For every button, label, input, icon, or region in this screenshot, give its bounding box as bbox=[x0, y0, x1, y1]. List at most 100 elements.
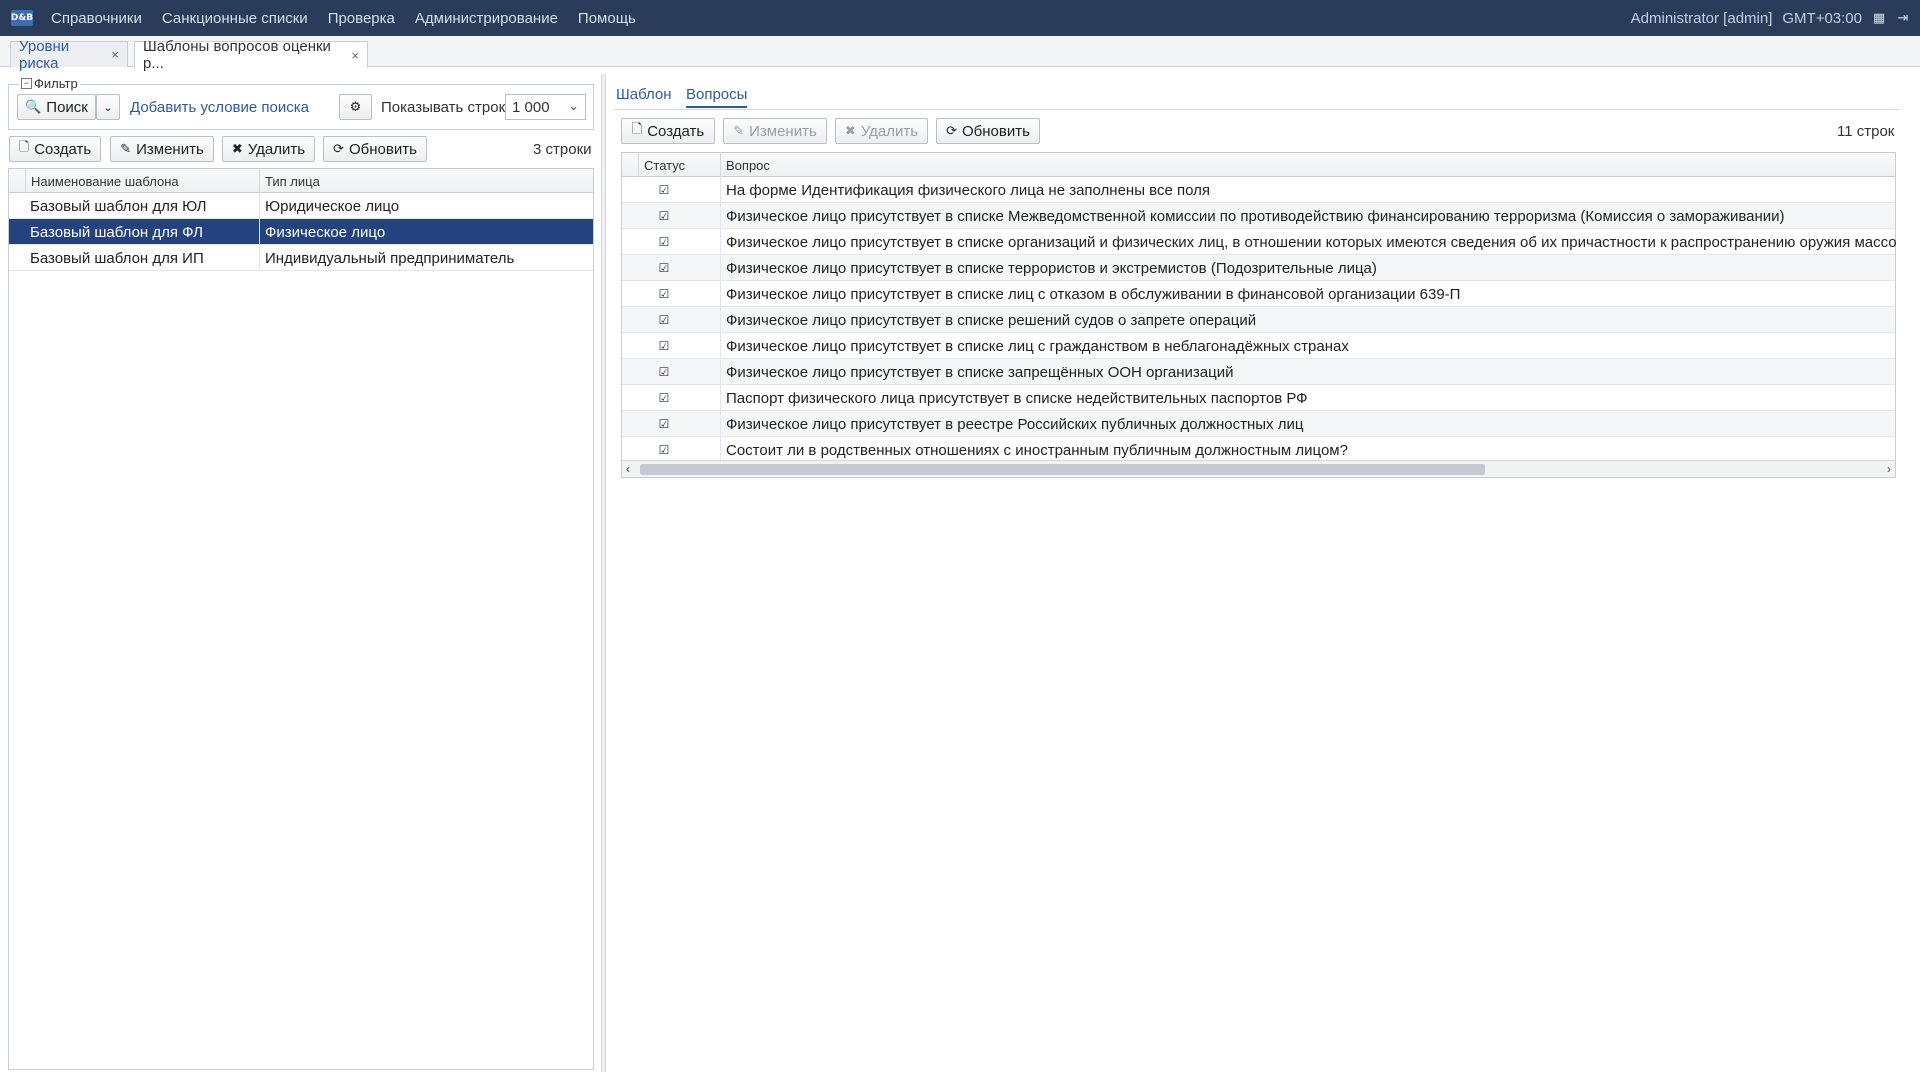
table-row[interactable]: ☑ Физическое лицо присутствует в списке т… bbox=[622, 255, 1895, 281]
close-icon[interactable]: × bbox=[111, 47, 119, 62]
show-rows-select[interactable]: 1 000 ⌄ bbox=[505, 94, 586, 120]
tab-questions[interactable]: Вопросы bbox=[686, 86, 748, 108]
user-name: Administrator [admin] bbox=[1630, 9, 1773, 27]
search-icon: 🔍 bbox=[25, 99, 42, 114]
table-row[interactable]: ☑ Физическое лицо присутствует в списке з… bbox=[622, 359, 1895, 385]
question-text: Физическое лицо присутствует в списке ор… bbox=[720, 229, 1897, 255]
checked-square-icon: ☑ bbox=[658, 339, 670, 353]
column-header-type[interactable]: Тип лица bbox=[259, 169, 593, 193]
create-question-button[interactable]: 🗋 Создать bbox=[621, 118, 715, 144]
column-header-question[interactable]: Вопрос bbox=[720, 153, 1895, 177]
table-row[interactable]: ☑ Физическое лицо присутствует в списке р… bbox=[622, 307, 1895, 333]
question-text: Физическое лицо присутствует в списке Ме… bbox=[720, 203, 1897, 229]
menu-administration[interactable]: Администрирование bbox=[415, 10, 558, 27]
checked-square-icon: ☑ bbox=[658, 261, 670, 275]
pencil-icon: ✎ bbox=[120, 141, 132, 156]
table-row[interactable]: ☑ Физическое лицо присутствует в реестре … bbox=[622, 411, 1895, 437]
close-icon[interactable]: × bbox=[351, 48, 359, 63]
checked-square-icon: ☑ bbox=[658, 417, 670, 431]
doctab-label: Шаблоны вопросов оценки р... bbox=[143, 38, 331, 72]
horizontal-scrollbar[interactable]: ‹ › bbox=[622, 460, 1895, 477]
scrollbar-thumb[interactable] bbox=[640, 464, 1485, 475]
scroll-right-icon[interactable]: › bbox=[1887, 461, 1891, 477]
delete-template-button[interactable]: ✖ Удалить bbox=[222, 136, 315, 162]
question-text: Паспорт физического лица присутствует в … bbox=[720, 385, 1897, 411]
doctab-risk-levels[interactable]: Уровни риска × bbox=[10, 38, 128, 72]
menu-sanction-lists[interactable]: Санкционные списки bbox=[162, 10, 308, 27]
question-text: Физическое лицо присутствует в реестре Р… bbox=[720, 411, 1897, 437]
table-row[interactable]: ☑ Физическое лицо присутствует в списке л… bbox=[622, 281, 1895, 307]
menu-directories[interactable]: Справочники bbox=[51, 10, 142, 27]
gear-icon: ⚙ bbox=[349, 99, 362, 114]
checked-square-icon: ☑ bbox=[658, 183, 670, 197]
column-header-status[interactable]: Статус bbox=[638, 153, 720, 177]
doctab-question-templates[interactable]: Шаблоны вопросов оценки р... × bbox=[134, 38, 368, 72]
add-search-condition-link[interactable]: Добавить условие поиска bbox=[130, 99, 309, 116]
timezone: GMT+03:00 bbox=[1782, 9, 1862, 27]
table-row[interactable]: Базовый шаблон для ЮЛ Юридическое лицо bbox=[9, 193, 593, 219]
table-row[interactable]: ☑ Физическое лицо присутствует в списке л… bbox=[622, 333, 1895, 359]
collapse-icon[interactable]: − bbox=[21, 78, 32, 89]
edit-question-button[interactable]: ✎ Изменить bbox=[723, 118, 827, 144]
refresh-questions-button[interactable]: ⟳ Обновить bbox=[936, 118, 1040, 144]
document-icon: 🗋 bbox=[18, 139, 30, 154]
question-text: Физическое лицо присутствует в списке те… bbox=[720, 255, 1897, 281]
tabs-divider bbox=[614, 109, 1899, 110]
times-icon: ✖ bbox=[231, 141, 243, 156]
create-template-button[interactable]: 🗋 Создать bbox=[9, 136, 101, 162]
tab-template[interactable]: Шаблон bbox=[616, 86, 672, 103]
checked-square-icon: ☑ bbox=[658, 313, 670, 327]
filter-legend[interactable]: − Фильтр bbox=[19, 76, 80, 91]
question-text: Физическое лицо присутствует в списке ли… bbox=[720, 281, 1897, 307]
checked-square-icon: ☑ bbox=[658, 235, 670, 249]
checked-square-icon: ☑ bbox=[658, 287, 670, 301]
app-logo: D&B bbox=[11, 10, 33, 26]
search-dropdown-button[interactable]: ⌄ bbox=[96, 94, 120, 120]
table-row[interactable]: ☑ Паспорт физического лица присутствует в… bbox=[622, 385, 1895, 411]
templates-table: Наименование шаблона Тип лица Базовый ша… bbox=[8, 168, 594, 1070]
times-icon: ✖ bbox=[844, 123, 856, 138]
table-header: Статус Вопрос bbox=[622, 153, 1895, 177]
menu-help[interactable]: Помощь bbox=[578, 10, 636, 27]
refresh-templates-button[interactable]: ⟳ Обновить bbox=[323, 136, 427, 162]
panel-splitter[interactable] bbox=[601, 74, 606, 1072]
question-text: Физическое лицо присутствует в списке за… bbox=[720, 359, 1897, 385]
chevron-down-icon: ⌄ bbox=[568, 98, 579, 113]
delete-question-button[interactable]: ✖ Удалить bbox=[835, 118, 928, 144]
user-info: Administrator [admin] GMT+03:00 ▦ ⇥ bbox=[1631, 10, 1920, 27]
document-tabs: Уровни риска × Шаблоны вопросов оценки р… bbox=[0, 36, 1920, 72]
table-header: Наименование шаблона Тип лица bbox=[9, 169, 593, 193]
table-row[interactable]: ☑ Физическое лицо присутствует в списке о… bbox=[622, 229, 1897, 255]
filter-settings-button[interactable]: ⚙ bbox=[339, 94, 372, 120]
templates-panel: − Фильтр 🔍 Поиск ⌄ Добавить условие поис… bbox=[8, 74, 594, 1070]
filter-box: − Фильтр 🔍 Поиск ⌄ Добавить условие поис… bbox=[8, 76, 594, 130]
question-text: На форме Идентификация физического лица … bbox=[720, 177, 1897, 203]
table-row[interactable]: ☑ Физическое лицо присутствует в списке М… bbox=[622, 203, 1895, 229]
search-button[interactable]: 🔍 Поиск bbox=[17, 94, 96, 120]
chevron-down-icon: ⌄ bbox=[103, 101, 113, 114]
document-icon: 🗋 bbox=[631, 121, 643, 136]
filter-title: Фильтр bbox=[34, 76, 78, 91]
refresh-icon: ⟳ bbox=[946, 123, 957, 138]
windows-grid-icon[interactable]: ▦ bbox=[1872, 10, 1886, 25]
refresh-icon: ⟳ bbox=[333, 141, 344, 156]
top-menu-bar: D&B Справочники Санкционные списки Прове… bbox=[0, 0, 1920, 36]
scroll-left-icon[interactable]: ‹ bbox=[626, 461, 630, 477]
checked-square-icon: ☑ bbox=[658, 209, 670, 223]
pencil-icon: ✎ bbox=[733, 123, 745, 138]
questions-row-count: 11 строк bbox=[1837, 123, 1895, 140]
question-text: Физическое лицо присутствует в списке ли… bbox=[720, 333, 1897, 359]
menu-check[interactable]: Проверка bbox=[328, 10, 395, 27]
checked-square-icon: ☑ bbox=[658, 443, 670, 457]
table-row-selected[interactable]: Базовый шаблон для ФЛ Физическое лицо bbox=[9, 219, 593, 245]
logout-icon[interactable]: ⇥ bbox=[1896, 10, 1910, 25]
templates-row-count: 3 строки bbox=[533, 141, 592, 158]
questions-table: Статус Вопрос ☑ На форме Идентификация фи… bbox=[621, 152, 1897, 478]
column-header-name[interactable]: Наименование шаблона bbox=[25, 169, 259, 193]
table-row[interactable]: ☑ На форме Идентификация физического лица… bbox=[622, 177, 1895, 203]
checked-square-icon: ☑ bbox=[658, 365, 670, 379]
question-text: Физическое лицо присутствует в списке ре… bbox=[720, 307, 1897, 333]
edit-template-button[interactable]: ✎ Изменить bbox=[110, 136, 214, 162]
doctab-label: Уровни риска bbox=[19, 37, 70, 72]
table-row[interactable]: Базовый шаблон для ИП Индивидуальный пре… bbox=[9, 245, 593, 271]
